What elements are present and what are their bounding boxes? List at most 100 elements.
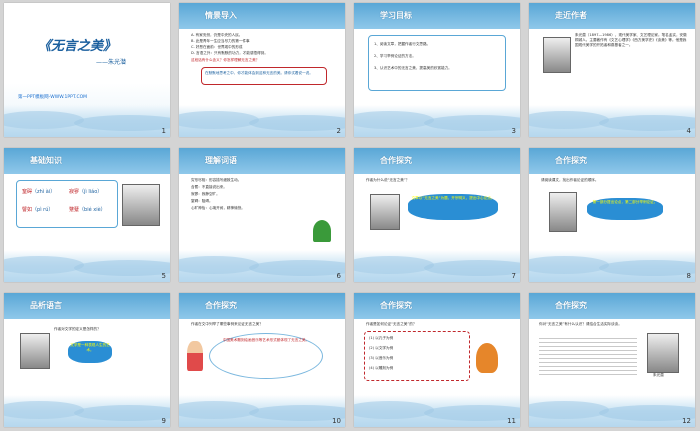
slide-number: 1 bbox=[161, 127, 166, 135]
answer-bubble: 第一部分提出论点，第二部分举例论证。 bbox=[587, 198, 663, 220]
question-text: 作者在文中列举了哪些事例来论证无言之美？ bbox=[191, 322, 263, 326]
question-text: 你对“无言之美”有什么认识？请结合生活实际谈谈。 bbox=[539, 322, 622, 326]
point-item: (2) 以文学为例 bbox=[369, 346, 394, 350]
slide-thumbnail-10[interactable]: 合作探究 作者在文中列举了哪些事例来论证无言之美？ 中国美术雕刻绘画音乐等艺术形… bbox=[179, 293, 345, 427]
point-item: (4) 以雕刻为例 bbox=[369, 366, 394, 370]
slide-header: 学习目标 bbox=[354, 3, 520, 29]
vocab-word: 窒碍（zhì ài） bbox=[22, 189, 56, 195]
ink-wash-decoration bbox=[354, 395, 520, 427]
ink-wash-decoration bbox=[179, 105, 345, 137]
author-portrait bbox=[122, 184, 160, 226]
points-box: (1) 以孔子为例 (2) 以文学为例 (3) 以音乐为例 (4) 以雕刻为例 bbox=[364, 331, 470, 381]
ink-wash-decoration bbox=[529, 250, 695, 282]
ink-wash-decoration bbox=[4, 105, 170, 137]
slide-thumbnail-12[interactable]: 合作探究 你对“无言之美”有什么认识？请结合生活实际谈谈。 朱光潜 12 bbox=[529, 293, 695, 427]
term-item: 心旷神怡：心境开阔，精神愉快。 bbox=[191, 206, 245, 210]
slide-number: 7 bbox=[511, 272, 516, 280]
slide-header: 合作探究 bbox=[354, 148, 520, 174]
bullet-line: A. 有家安然，仍是中央的人民。 bbox=[191, 33, 243, 37]
question-text: 请阅读课文，找出作者论证的顺序。 bbox=[541, 178, 599, 182]
slide-header: 理解词语 bbox=[179, 148, 345, 174]
goals-box: 1、阅读文章，把握作者行文思路。 2、学习举例论证的方法。 3、认识艺术中的无言… bbox=[368, 35, 506, 91]
slide-sorter-grid: 《无言之美》 ——朱光潜 第一PPT模板网-WWW.1PPT.COM 1 情景导… bbox=[4, 3, 696, 428]
slide-title: 《无言之美》 bbox=[38, 39, 117, 54]
slide-header: 合作探究 bbox=[529, 293, 695, 319]
slide-heading: 走近作者 bbox=[555, 11, 587, 20]
slide-thumbnail-1[interactable]: 《无言之美》 ——朱光潜 第一PPT模板网-WWW.1PPT.COM 1 bbox=[4, 3, 170, 137]
note-text: 在默默地思考之中，你才能体会到这种无言的美。请你试着说一说。 bbox=[205, 71, 313, 75]
slide-number: 2 bbox=[336, 127, 341, 135]
ink-wash-decoration bbox=[4, 250, 170, 282]
slide-number: 10 bbox=[332, 417, 341, 425]
slide-heading: 学习目标 bbox=[380, 11, 412, 20]
slide-thumbnail-3[interactable]: 学习目标 1、阅读文章，把握作者行文思路。 2、学习举例论证的方法。 3、认识艺… bbox=[354, 3, 520, 137]
slide-thumbnail-2[interactable]: 情景导入 A. 有家安然，仍是中央的人民。 B. 此是青年一生应当尽力的第一件事… bbox=[179, 3, 345, 137]
ink-wash-decoration bbox=[354, 250, 520, 282]
slide-author: ——朱光潜 bbox=[96, 59, 127, 66]
cartoon-child-icon bbox=[187, 341, 203, 371]
slide-heading: 合作探究 bbox=[205, 301, 237, 310]
ink-wash-decoration bbox=[4, 395, 170, 427]
term-item: 寂寥：寂静空旷。 bbox=[191, 192, 220, 196]
bullet-line: C. 好恶在面前：世界观中的形成 bbox=[191, 45, 243, 49]
slide-number: 8 bbox=[686, 272, 691, 280]
ink-wash-decoration bbox=[179, 250, 345, 282]
slide-header: 合作探究 bbox=[529, 148, 695, 174]
author-portrait bbox=[370, 194, 400, 230]
bullet-line: D. 言语之外：只有默默的功力，才能感悟得到。 bbox=[191, 51, 268, 55]
slide-heading: 基础知识 bbox=[30, 156, 62, 165]
slide-heading: 情景导入 bbox=[205, 11, 237, 20]
goal-item: 2、学习举例论证的方法。 bbox=[374, 54, 416, 58]
plant-icon bbox=[313, 220, 331, 242]
author-portrait bbox=[549, 192, 577, 232]
point-item: (1) 以孔子为例 bbox=[369, 336, 394, 340]
bullet-line: B. 此是青年一生应当尽力的第一件事 bbox=[191, 39, 250, 43]
slide-header: 基础知识 bbox=[4, 148, 170, 174]
ink-wash-decoration bbox=[179, 395, 345, 427]
slide-number: 11 bbox=[507, 417, 516, 425]
slide-thumbnail-5[interactable]: 基础知识 窒碍（zhì ài） 寂寥（jì liáo） 譬如（pì rú） 蹩躠… bbox=[4, 148, 170, 282]
slide-heading: 理解词语 bbox=[205, 156, 237, 165]
slide-thumbnail-11[interactable]: 合作探究 作者是如何论证“无言之美”的？ (1) 以孔子为例 (2) 以文学为例… bbox=[354, 293, 520, 427]
slide-header: 合作探究 bbox=[179, 293, 345, 319]
slide-heading: 合作探究 bbox=[555, 301, 587, 310]
slide-thumbnail-8[interactable]: 合作探究 请阅读课文，找出作者论证的顺序。 第一部分提出论点，第二部分举例论证。… bbox=[529, 148, 695, 282]
slide-link: 第一PPT模板网-WWW.1PPT.COM bbox=[18, 95, 88, 100]
answer-cloud: 中国美术雕刻绘画音乐等艺术形式都体现了无言之美。 bbox=[209, 333, 323, 379]
slide-header: 走近作者 bbox=[529, 3, 695, 29]
slide-number: 9 bbox=[161, 417, 166, 425]
author-portrait bbox=[647, 333, 679, 373]
slide-heading: 合作探究 bbox=[555, 156, 587, 165]
slide-thumbnail-4[interactable]: 走近作者 朱光潜（1897—1986），现代美学家、文艺理论家。笔名孟实，安徽桐… bbox=[529, 3, 695, 137]
slide-number: 12 bbox=[682, 417, 691, 425]
slide-heading: 合作探究 bbox=[380, 301, 412, 310]
vocab-box: 窒碍（zhì ài） 寂寥（jì liáo） 譬如（pì rú） 蹩躠（bié … bbox=[16, 180, 118, 228]
slide-number: 5 bbox=[161, 272, 166, 280]
slide-number: 3 bbox=[511, 127, 516, 135]
vocab-word: 譬如（pì rú） bbox=[22, 207, 54, 213]
question-text: 这段话有什么含义？你怎样理解无言之美？ bbox=[191, 58, 260, 62]
answer-bubble: 文学是一种表现人生的艺术。 bbox=[68, 341, 112, 363]
slide-thumbnail-9[interactable]: 品析语言 作者对文学的定义是怎样的？ 文学是一种表现人生的艺术。 9 bbox=[4, 293, 170, 427]
vocab-word: 寂寥（jì liáo） bbox=[69, 189, 103, 195]
cartoon-fox-icon bbox=[476, 343, 498, 373]
slide-heading: 品析语言 bbox=[30, 301, 62, 310]
term-item: 含蓄：不直接说出来。 bbox=[191, 185, 227, 189]
slide-number: 4 bbox=[686, 127, 691, 135]
author-portrait bbox=[20, 333, 50, 369]
goal-item: 1、阅读文章，把握作者行文思路。 bbox=[374, 42, 431, 46]
point-item: (3) 以音乐为例 bbox=[369, 356, 394, 360]
slide-thumbnail-6[interactable]: 理解词语 穷形尽相：形容描写细致生动。 含蓄：不直接说出来。 寂寥：寂静空旷。 … bbox=[179, 148, 345, 282]
term-item: 窒碍：阻碍。 bbox=[191, 199, 213, 203]
question-text: 作者为什么说“无言之美”？ bbox=[366, 178, 410, 182]
note-box: 在默默地思考之中，你才能体会到这种无言的美。请你试着说一说。 bbox=[201, 67, 327, 85]
slide-heading: 合作探究 bbox=[380, 156, 412, 165]
slide-header: 合作探究 bbox=[354, 293, 520, 319]
portrait-caption: 朱光潜 bbox=[653, 373, 664, 377]
question-text: 作者是如何论证“无言之美”的？ bbox=[366, 322, 417, 326]
ink-wash-decoration bbox=[529, 105, 695, 137]
slide-thumbnail-7[interactable]: 合作探究 作者为什么说“无言之美”？ 文章以“无言之美”为题，开宗明义，提出中心… bbox=[354, 148, 520, 282]
ink-wash-decoration bbox=[529, 395, 695, 427]
goal-item: 3、认识艺术中的无言之美，提高美的欣赏能力。 bbox=[374, 66, 452, 70]
slide-header: 情景导入 bbox=[179, 3, 345, 29]
